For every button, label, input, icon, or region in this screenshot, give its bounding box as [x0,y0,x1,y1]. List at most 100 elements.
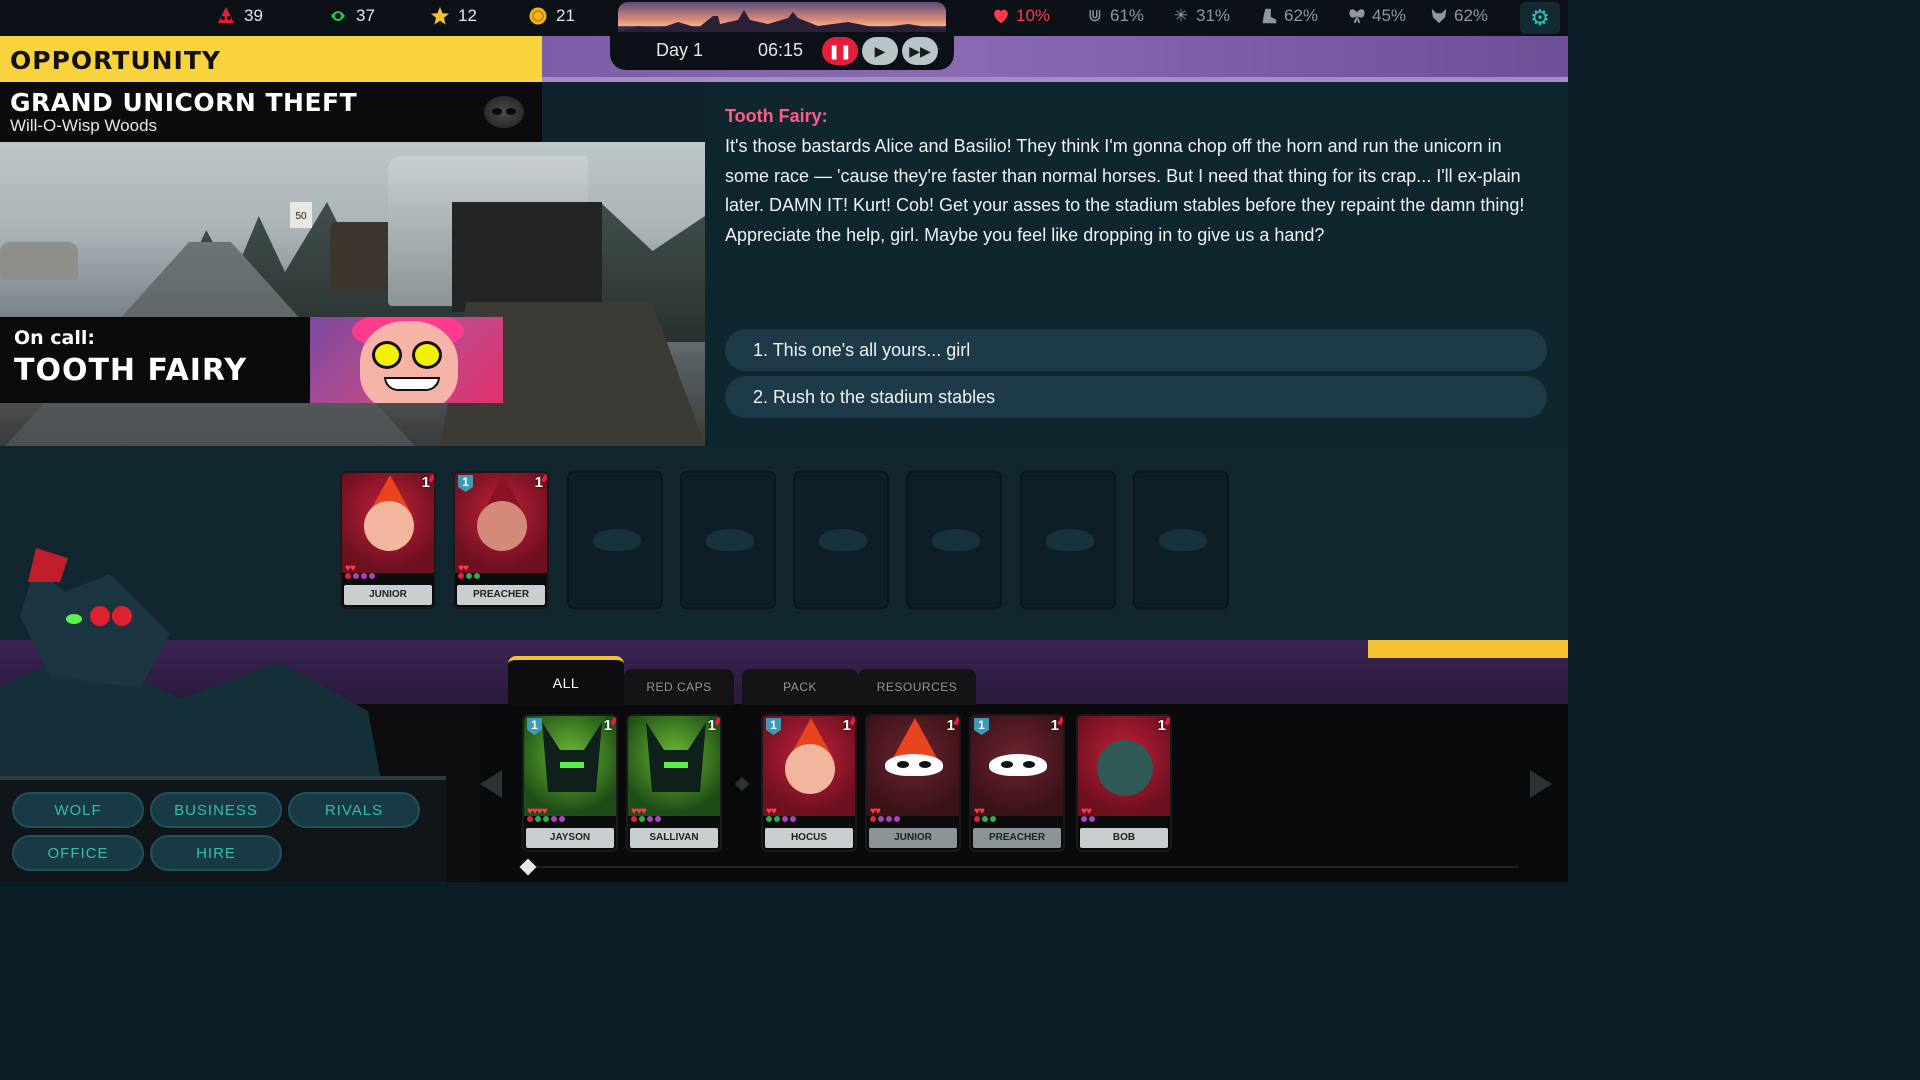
pause-button[interactable]: ❚❚ [822,37,858,65]
card-face [477,501,527,551]
fast-forward-button[interactable]: ▶▶ [902,37,938,65]
play-button[interactable]: ▶ [862,37,898,65]
nav-office-button[interactable]: OFFICE [12,835,144,871]
card-name: PREACHER [457,585,545,605]
heat-stat: 10% [992,6,1050,26]
red-cap-icon [218,7,234,23]
play-icon: ▶ [874,42,886,59]
roster-card-jayson[interactable]: 1 1 ♥♥♥♥ JAYSON [522,714,618,852]
empty-crew-slot[interactable] [680,471,776,609]
wolf-eye [66,614,82,624]
empty-crew-slot[interactable] [1133,471,1229,609]
empty-crew-slot[interactable] [1020,471,1116,609]
skill-pips [766,816,796,822]
empty-crew-slot[interactable] [793,471,889,609]
rank-badge: 1 [421,474,430,491]
mask-placeholder-icon [1159,529,1207,551]
horseshoe-icon: ⋓ [1087,6,1103,25]
horseshoe-stat: ⋓ 61% [1086,6,1144,26]
crew-card-preacher[interactable]: 1 1 ♥♥ PREACHER [453,471,549,609]
rank-badge: 1 [534,474,543,491]
card-name: BOB [1080,828,1168,848]
fox-stat: 62% [1430,6,1488,26]
card-name: JAYSON [526,828,614,848]
rank-badge: 1 [946,717,955,734]
fairy-eye-right [412,341,442,369]
roster-card-bob[interactable]: 1 ♥♥ BOB [1076,714,1172,852]
day-label: Day 1 [656,40,704,60]
city-skyline [618,2,946,36]
time-controls: Day 1 06:15 ❚❚ ▶ ▶▶ [610,32,954,70]
mission-title: GRAND UNICORN THEFT [10,88,358,117]
rank-badge: 1 [1050,717,1059,734]
mask-placeholder-icon [819,529,867,551]
dialog-choice-1[interactable]: 1. This one's all yours... girl [725,329,1547,371]
on-call-panel: On call: TOOTH FAIRY [0,317,503,403]
skill-pips [1081,816,1095,822]
wolf-hat [28,548,68,582]
car [0,242,78,280]
nav-wolf-button[interactable]: WOLF [12,792,144,828]
roster-card-junior[interactable]: 1 ♥♥ JUNIOR [865,714,961,852]
coin-count: 21 [556,6,575,25]
tab-red-caps[interactable]: RED CAPS [624,669,734,705]
red-cap-resource: 39 [216,6,263,26]
card-face [364,501,414,551]
mask-placeholder-icon [593,529,641,551]
settings-gear-icon[interactable]: ⚙ [1520,2,1560,34]
dialog-text: It's those bastards Alice and Basilio! T… [725,136,1525,245]
on-call-name: TOOTH FAIRY [14,353,248,388]
tab-pack[interactable]: PACK [742,669,858,705]
snowflake-icon: ✳ [1173,6,1189,25]
nav-business-button[interactable]: BUSINESS [150,792,282,828]
green-gem-resource: 37 [328,6,375,26]
tab-all[interactable]: ALL [508,656,624,705]
green-gem-count: 37 [356,6,375,25]
dialog-speaker: Tooth Fairy: [725,106,828,126]
roster-card-hocus[interactable]: 1 1 ♥♥ HOCUS [761,714,857,852]
roster-card-preacher[interactable]: 1 1 ♥♥ PREACHER [969,714,1065,852]
mission-location: Will-O-Wisp Woods [10,116,158,135]
assigned-mask-icon [989,754,1047,776]
rank-badge: 1 [1157,717,1166,734]
mask-placeholder-icon [932,529,980,551]
green-gem-icon [331,11,345,21]
rank-badge: 1 [603,717,612,734]
fairy-eye-left [372,341,402,369]
skill-pips [974,816,996,822]
butterfly-stat: 45% [1348,6,1406,26]
dialog-choice-2[interactable]: 2. Rush to the stadium stables [725,376,1547,418]
card-name: SALLIVAN [630,828,718,848]
mask-placeholder-icon [706,529,754,551]
roster-card-sallivan[interactable]: 1 ♥♥♥ SALLIVAN [626,714,722,852]
star-count: 12 [458,6,477,25]
trailer-door [452,202,602,312]
roster-next-arrow-icon[interactable] [1530,770,1552,798]
red-cap-count: 39 [244,6,263,25]
rank-badge: 1 [707,717,716,734]
tab-resources[interactable]: RESOURCES [858,669,976,705]
boot-value: 62% [1284,6,1319,25]
card-face [785,744,835,794]
card-name: PREACHER [973,828,1061,848]
gold-coin-icon [529,7,547,25]
wolf-glasses [90,606,134,628]
speed-sign: 50 [290,202,312,228]
rank-badge: 1 [842,717,851,734]
star-icon [431,7,449,25]
fox-value: 62% [1454,6,1489,25]
star-resource: 12 [430,6,477,26]
roster-scrollbar[interactable] [520,866,1518,868]
skill-pips [458,573,480,579]
heat-value: 10% [1016,6,1051,25]
roster-prev-arrow-icon[interactable] [480,770,502,798]
empty-crew-slot[interactable] [906,471,1002,609]
nav-rivals-button[interactable]: RIVALS [288,792,420,828]
fox-icon [1431,8,1447,24]
pause-icon: ❚❚ [828,42,852,59]
empty-crew-slot[interactable] [567,471,663,609]
nav-hire-button[interactable]: HIRE [150,835,282,871]
mission-header: GRAND UNICORN THEFT Will-O-Wisp Woods [0,82,542,142]
opportunity-label: OPPORTUNITY [10,46,222,75]
skyline-silhouette [618,10,946,36]
